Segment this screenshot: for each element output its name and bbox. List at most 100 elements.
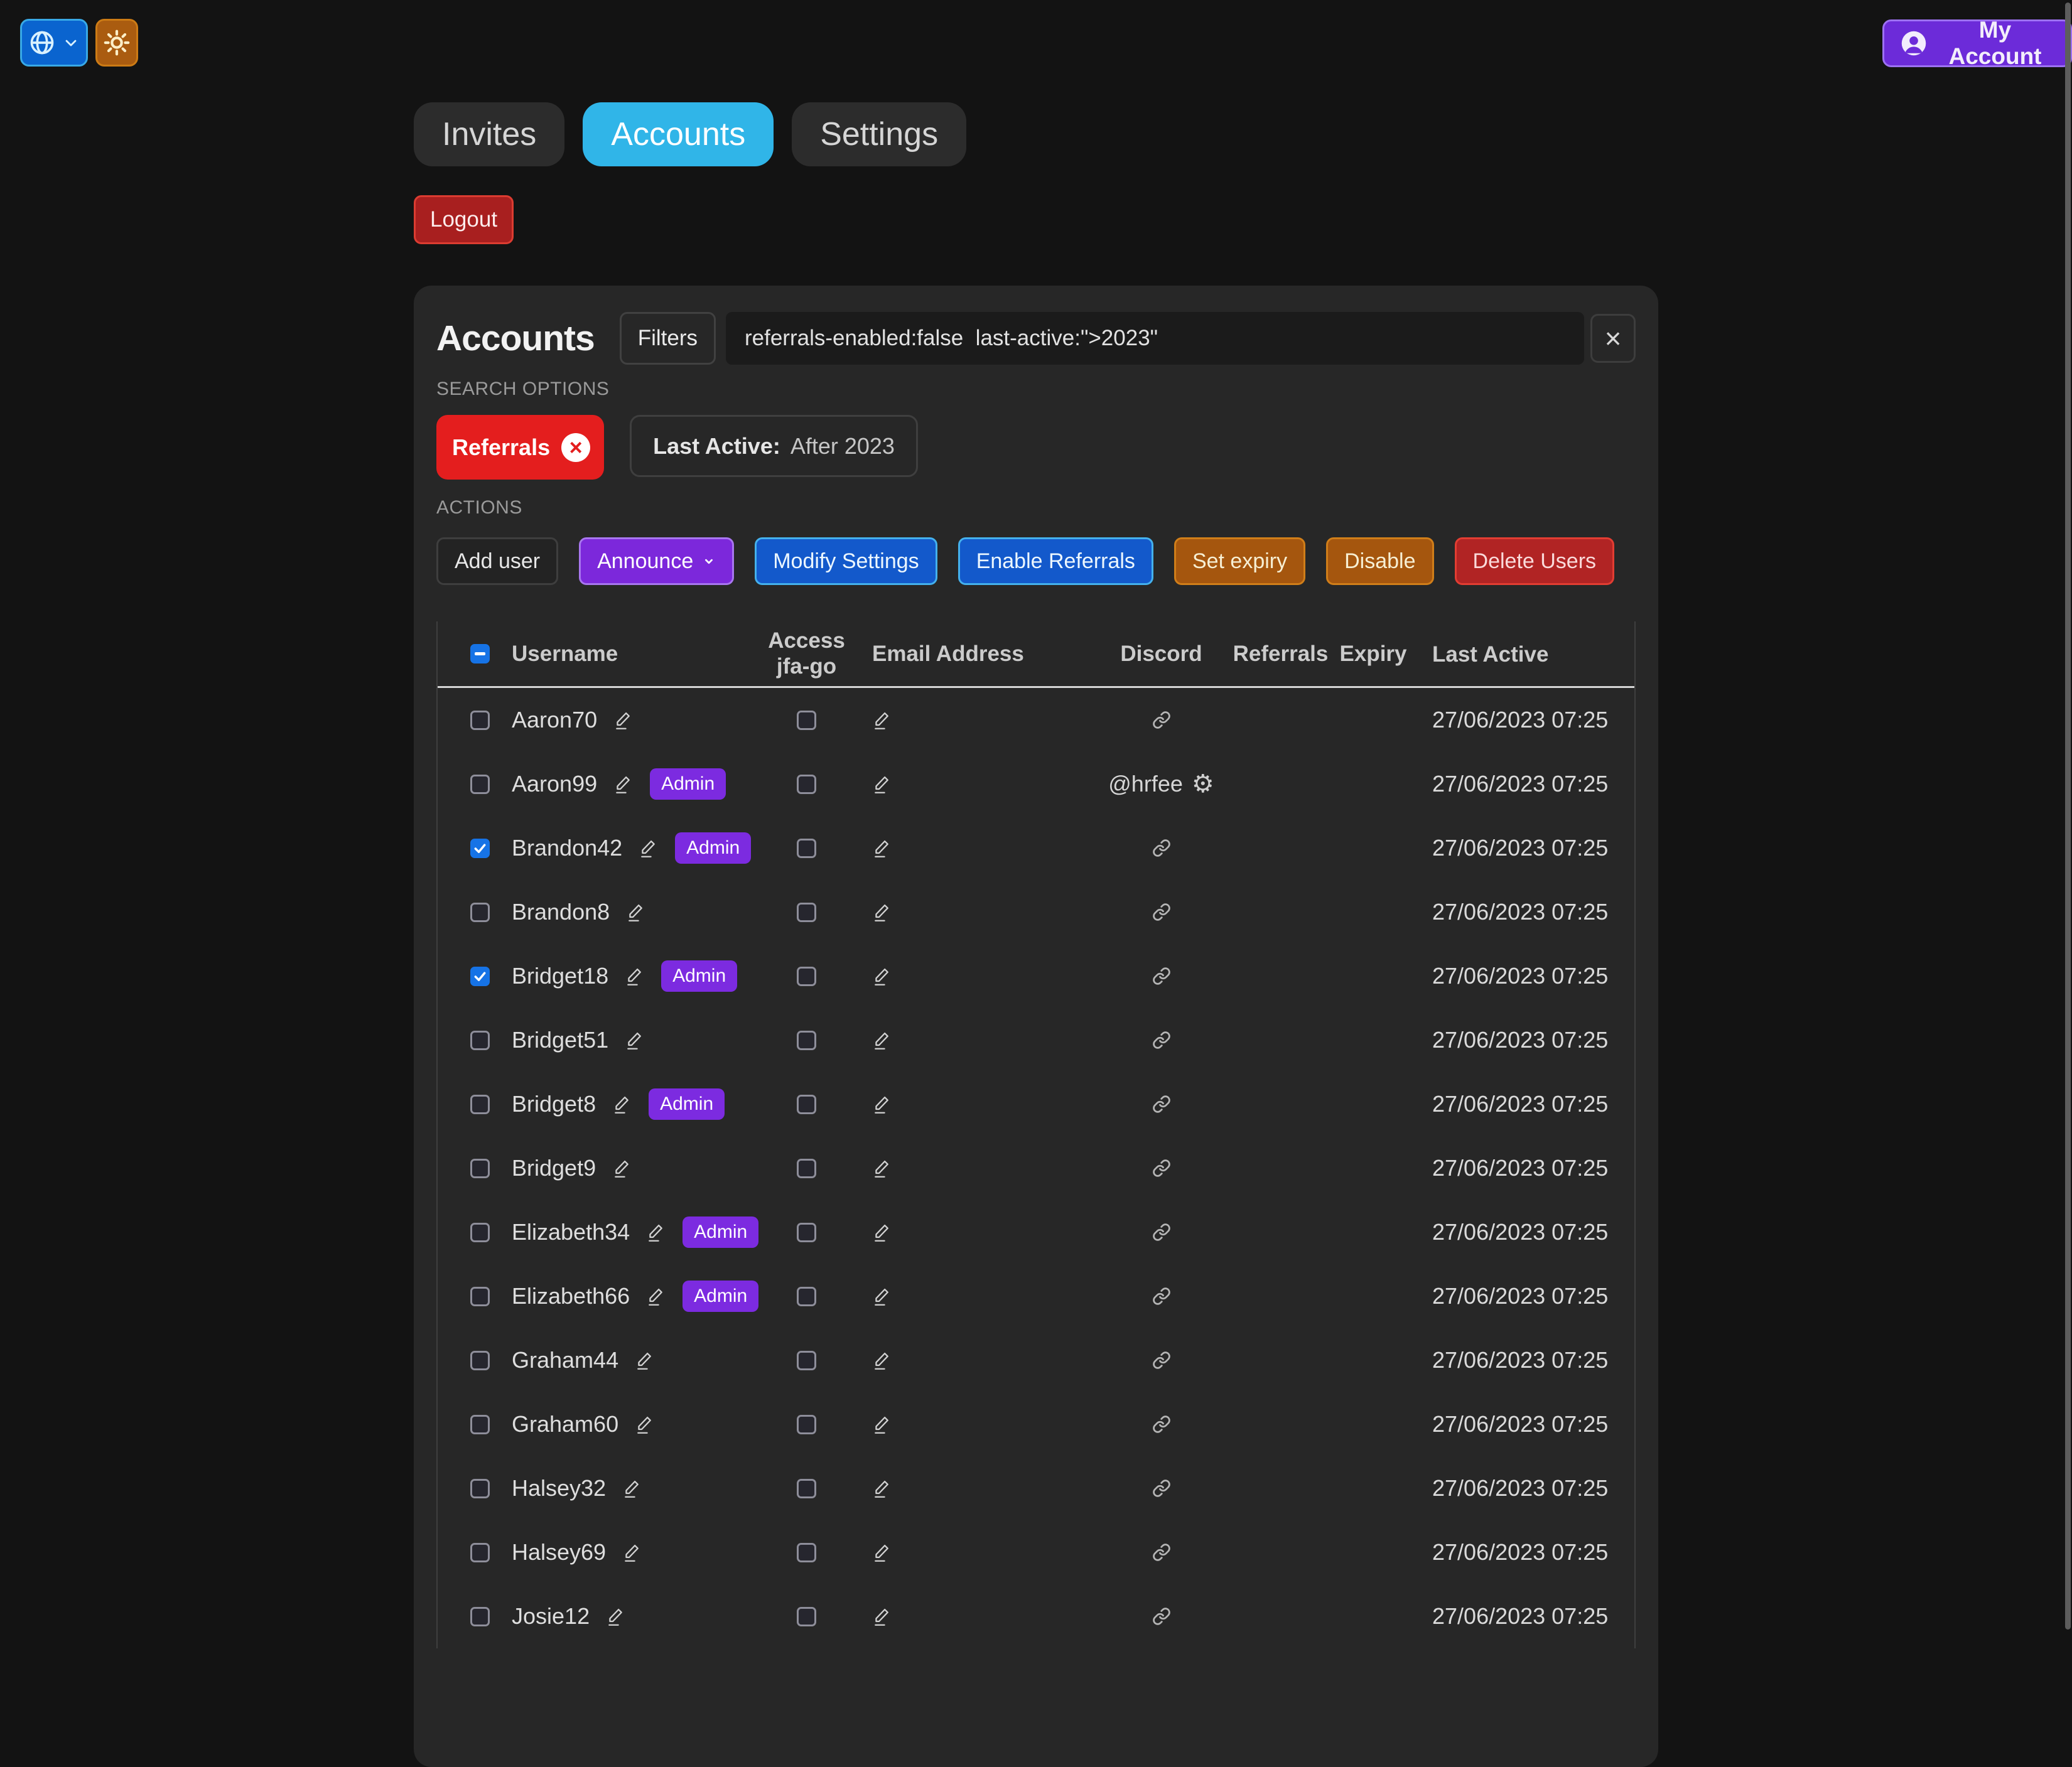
clear-search-button[interactable]: × xyxy=(1590,314,1636,363)
row-select-checkbox[interactable] xyxy=(470,775,490,794)
access-jfa-go-checkbox[interactable] xyxy=(797,775,816,794)
edit-email-icon[interactable] xyxy=(872,1414,891,1434)
edit-username-icon[interactable] xyxy=(612,1158,631,1178)
edit-username-icon[interactable] xyxy=(646,1286,665,1306)
language-select-button[interactable] xyxy=(20,19,88,67)
edit-username-icon[interactable] xyxy=(646,1222,665,1242)
discord-link-icon[interactable] xyxy=(1152,1607,1171,1626)
discord-link-icon[interactable] xyxy=(1152,1351,1171,1370)
discord-link-icon[interactable] xyxy=(1152,1031,1171,1050)
edit-email-icon[interactable] xyxy=(872,1030,891,1050)
edit-username-icon[interactable] xyxy=(635,1414,654,1434)
edit-username-icon[interactable] xyxy=(625,966,644,986)
discord-link-icon[interactable] xyxy=(1152,1479,1171,1498)
disable-button[interactable]: Disable xyxy=(1326,537,1433,585)
edit-email-icon[interactable] xyxy=(872,1606,891,1626)
filters-button[interactable]: Filters xyxy=(620,312,716,365)
select-all-checkbox[interactable] xyxy=(470,644,490,663)
access-jfa-go-checkbox[interactable] xyxy=(797,1287,816,1306)
discord-link-icon[interactable] xyxy=(1152,1159,1171,1178)
last-active-value: 27/06/2023 07:25 xyxy=(1417,1347,1634,1373)
edit-email-icon[interactable] xyxy=(872,1286,891,1306)
access-jfa-go-checkbox[interactable] xyxy=(797,1159,816,1178)
add-user-button[interactable]: Add user xyxy=(436,537,558,585)
enable-referrals-button[interactable]: Enable Referrals xyxy=(958,537,1153,585)
last-active-value: 27/06/2023 07:25 xyxy=(1417,1091,1634,1117)
row-select-checkbox[interactable] xyxy=(470,1287,490,1306)
logout-button[interactable]: Logout xyxy=(414,195,514,244)
my-account-button[interactable]: My Account xyxy=(1882,19,2072,67)
search-input[interactable] xyxy=(726,312,1584,365)
row-select-checkbox[interactable] xyxy=(470,1415,490,1434)
row-select-checkbox[interactable] xyxy=(470,1479,490,1498)
access-jfa-go-checkbox[interactable] xyxy=(797,1543,816,1562)
access-jfa-go-checkbox[interactable] xyxy=(797,711,816,730)
row-select-checkbox[interactable] xyxy=(470,839,490,858)
discord-link-icon[interactable] xyxy=(1152,711,1171,729)
edit-email-icon[interactable] xyxy=(872,1478,891,1498)
row-select-checkbox[interactable] xyxy=(470,1095,490,1114)
edit-email-icon[interactable] xyxy=(872,1094,891,1114)
row-select-checkbox[interactable] xyxy=(470,967,490,986)
tab-accounts[interactable]: Accounts xyxy=(583,102,774,166)
last-active-filter-chip[interactable]: Last Active: After 2023 xyxy=(630,415,918,477)
discord-link-icon[interactable] xyxy=(1152,839,1171,857)
set-expiry-button[interactable]: Set expiry xyxy=(1174,537,1305,585)
edit-username-icon[interactable] xyxy=(613,710,632,730)
access-jfa-go-checkbox[interactable] xyxy=(797,1479,816,1498)
discord-link-icon[interactable] xyxy=(1152,1095,1171,1114)
access-jfa-go-checkbox[interactable] xyxy=(797,839,816,858)
edit-email-icon[interactable] xyxy=(872,1222,891,1242)
edit-username-icon[interactable] xyxy=(625,1030,644,1050)
edit-email-icon[interactable] xyxy=(872,966,891,986)
access-jfa-go-checkbox[interactable] xyxy=(797,967,816,986)
edit-username-icon[interactable] xyxy=(613,774,632,794)
edit-email-icon[interactable] xyxy=(872,1542,891,1562)
row-select-checkbox[interactable] xyxy=(470,1351,490,1370)
access-jfa-go-checkbox[interactable] xyxy=(797,1415,816,1434)
tab-settings[interactable]: Settings xyxy=(792,102,966,166)
row-select-checkbox[interactable] xyxy=(470,1159,490,1178)
edit-email-icon[interactable] xyxy=(872,1158,891,1178)
edit-email-icon[interactable] xyxy=(872,1350,891,1370)
access-jfa-go-checkbox[interactable] xyxy=(797,1095,816,1114)
edit-username-icon[interactable] xyxy=(622,1478,641,1498)
row-select-checkbox[interactable] xyxy=(470,711,490,730)
discord-link-icon[interactable] xyxy=(1152,1415,1171,1434)
discord-link-icon[interactable] xyxy=(1152,903,1171,921)
edit-username-icon[interactable] xyxy=(612,1094,631,1114)
edit-email-icon[interactable] xyxy=(872,774,891,794)
discord-link-icon[interactable] xyxy=(1152,1543,1171,1562)
edit-username-icon[interactable] xyxy=(635,1350,654,1370)
scrollbar-thumb[interactable] xyxy=(2065,3,2071,1630)
tab-invites[interactable]: Invites xyxy=(414,102,564,166)
row-select-checkbox[interactable] xyxy=(470,1223,490,1242)
theme-toggle-button[interactable] xyxy=(95,19,138,67)
edit-email-icon[interactable] xyxy=(872,838,891,858)
announce-button[interactable]: Announce xyxy=(579,537,734,585)
delete-users-button[interactable]: Delete Users xyxy=(1455,537,1615,585)
discord-link-icon[interactable] xyxy=(1152,967,1171,986)
edit-username-icon[interactable] xyxy=(622,1542,641,1562)
access-jfa-go-checkbox[interactable] xyxy=(797,1031,816,1050)
page-scrollbar[interactable] xyxy=(2065,3,2071,1630)
modify-settings-button[interactable]: Modify Settings xyxy=(755,537,937,585)
edit-username-icon[interactable] xyxy=(639,838,657,858)
row-select-checkbox[interactable] xyxy=(470,1031,490,1050)
edit-username-icon[interactable] xyxy=(606,1606,625,1626)
edit-email-icon[interactable] xyxy=(872,902,891,922)
edit-email-icon[interactable] xyxy=(872,710,891,730)
edit-username-icon[interactable] xyxy=(626,902,645,922)
gear-icon[interactable]: ⚙ xyxy=(1192,771,1214,797)
row-select-checkbox[interactable] xyxy=(470,903,490,922)
access-jfa-go-checkbox[interactable] xyxy=(797,1607,816,1626)
row-select-checkbox[interactable] xyxy=(470,1607,490,1626)
row-select-checkbox[interactable] xyxy=(470,1543,490,1562)
access-jfa-go-checkbox[interactable] xyxy=(797,903,816,922)
access-jfa-go-checkbox[interactable] xyxy=(797,1223,816,1242)
access-jfa-go-checkbox[interactable] xyxy=(797,1351,816,1370)
discord-link-icon[interactable] xyxy=(1152,1223,1171,1242)
discord-link-icon[interactable] xyxy=(1152,1287,1171,1306)
remove-filter-icon[interactable]: × xyxy=(561,433,590,462)
referrals-filter-chip[interactable]: Referrals × xyxy=(436,415,604,480)
